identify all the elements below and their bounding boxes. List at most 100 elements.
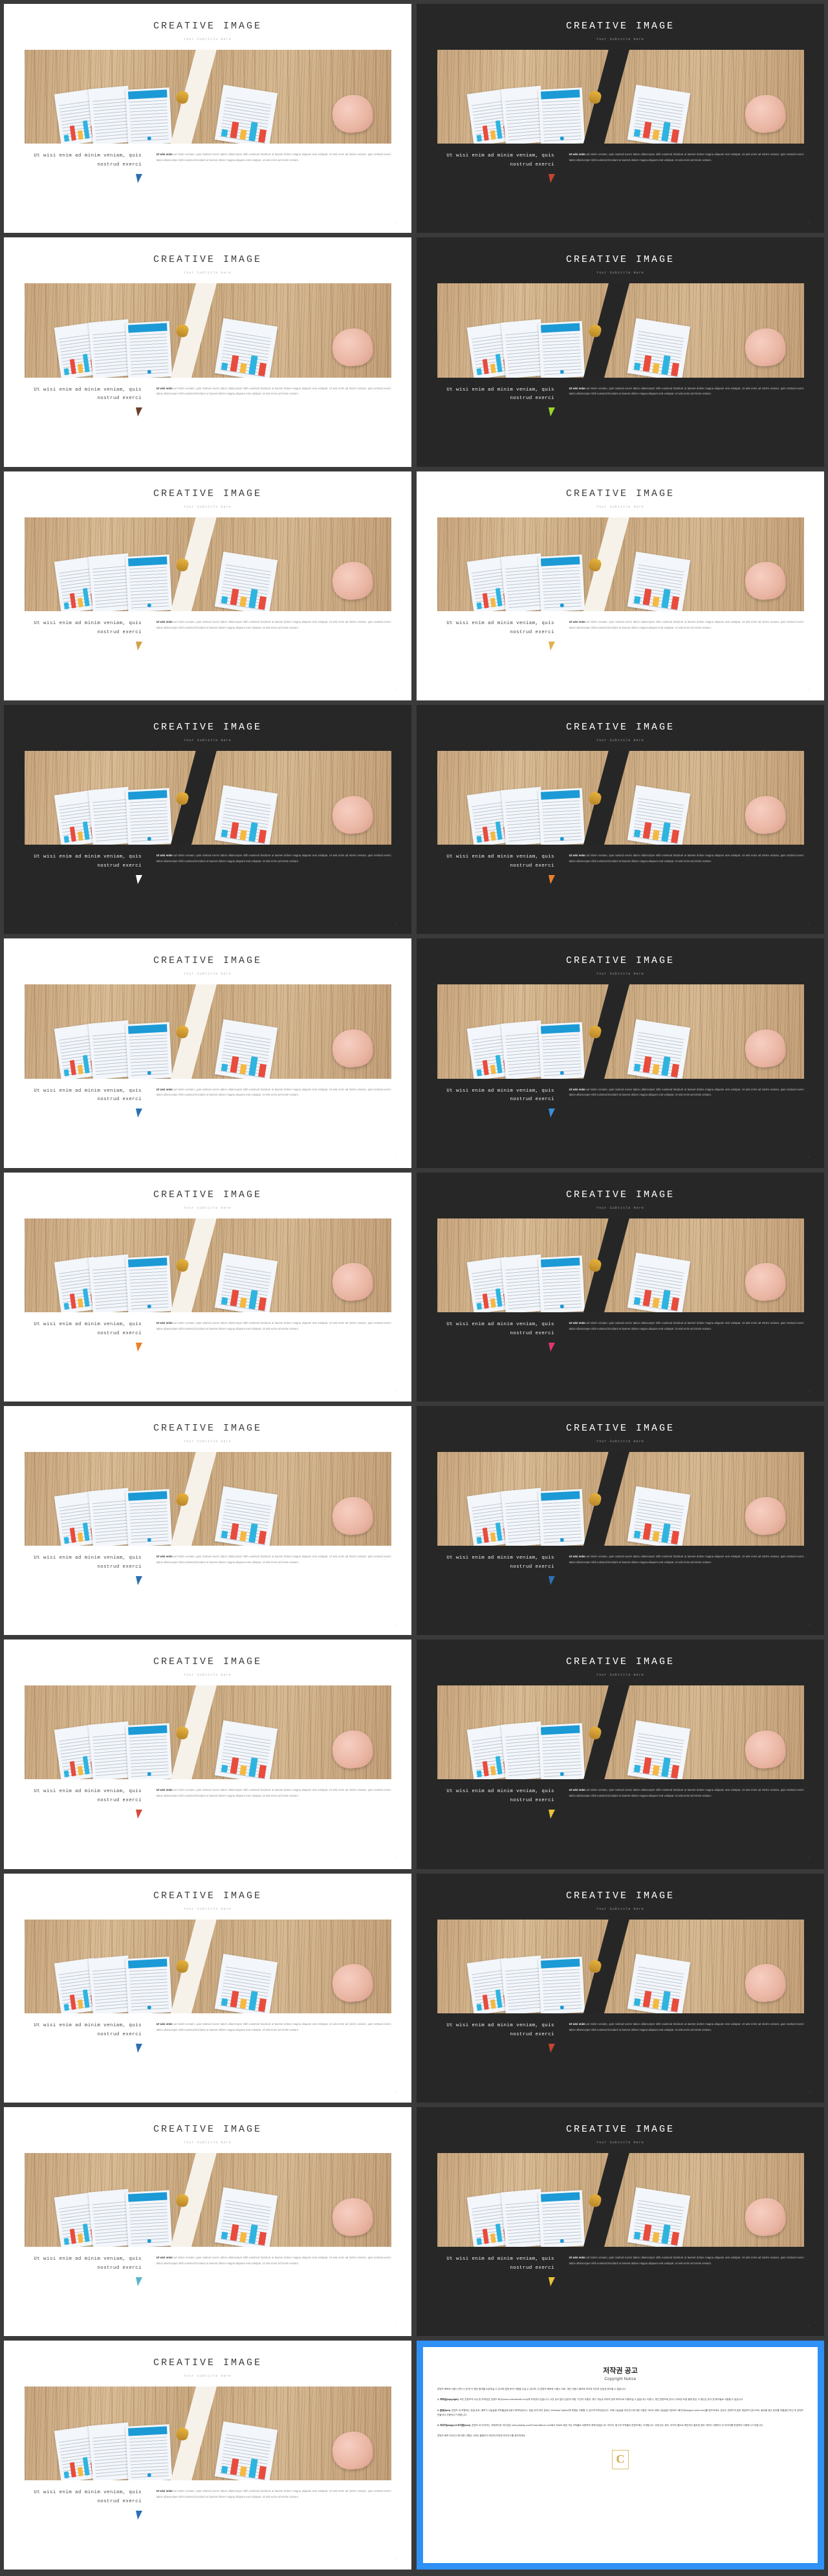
slide-paragraph: Ut wisi enim ad minim veniam, quis nostr… <box>569 386 804 404</box>
document-text-lines <box>92 1500 130 1544</box>
slide-21[interactable]: CREATIVE IMAGE Your Subtitle Here Ut wisi … <box>4 2341 411 2570</box>
photo-document <box>214 1953 278 2013</box>
slide-paragraph: Ut wisi enim ad minim veniam, quis nostr… <box>157 1788 391 1806</box>
slide-16[interactable]: CREATIVE IMAGE Your Subtitle Here Ut wisi … <box>417 1640 824 1869</box>
slide-14[interactable]: CREATIVE IMAGE Your Subtitle Here Ut wisi … <box>417 1405 824 1636</box>
paragraph-text: ad minim veniam, quis nostrud exerci tat… <box>569 854 804 863</box>
slide-6[interactable]: CREATIVE IMAGE Your Subtitle Here Ut wisi … <box>417 471 824 700</box>
slide-photo <box>437 283 804 378</box>
slide-lead-label: Ut wisi enim ad minim veniam, quis nostr… <box>34 2490 142 2505</box>
slide-3[interactable]: CREATIVE IMAGE Your Subtitle Here Ut wisi … <box>4 237 411 467</box>
slide-title: CREATIVE IMAGE <box>153 2123 263 2135</box>
document-text-lines <box>505 1500 543 1544</box>
slide-paragraph: Ut wisi enim ad minim veniam, quis nostr… <box>569 1321 804 1339</box>
copyright-item-1-label: 1. 저작권(copyright) <box>437 2398 459 2401</box>
slide-4[interactable]: CREATIVE IMAGE Your Subtitle Here Ut wisi … <box>417 237 824 467</box>
slide-10[interactable]: CREATIVE IMAGE Your Subtitle Here Ut wisi … <box>417 938 824 1168</box>
document-header-block <box>541 2192 580 2202</box>
photo-document <box>214 84 278 144</box>
slide-15[interactable]: CREATIVE IMAGE Your Subtitle Here Ut wisi … <box>4 1640 411 1869</box>
copyright-watermark-icon: C <box>612 2449 629 2469</box>
document-text-lines <box>129 2436 169 2478</box>
slide-5[interactable]: CREATIVE IMAGE Your Subtitle Here Ut wisi … <box>4 471 411 700</box>
paragraph-text: ad minim veniam, quis nostrud exerci tat… <box>156 1087 391 1097</box>
slide-body: Ut wisi enim ad minim veniam, quis nostr… <box>25 620 391 651</box>
photo-document <box>538 1956 585 2013</box>
slide-lead-label: Ut wisi enim ad minim veniam, quis nostr… <box>34 2022 142 2037</box>
slide-page-number: 1 <box>808 221 810 224</box>
slide-12[interactable]: CREATIVE IMAGE Your Subtitle Here Ut wisi … <box>417 1172 824 1402</box>
paragraph-bold-lead: Ut wisi enim <box>569 1788 585 1792</box>
slide-body: Ut wisi enim ad minim veniam, quis nostr… <box>25 152 391 184</box>
document-text-lines <box>92 1033 130 1077</box>
slide-subtitle: Your Subtitle Here <box>184 504 232 509</box>
document-text-lines <box>505 98 543 142</box>
paragraph-bold-lead: Ut wisi enim <box>156 2256 173 2260</box>
slide-body: Ut wisi enim ad minim veniam, quis nostr… <box>437 1321 804 1352</box>
accent-triangle-icon <box>134 1109 142 1118</box>
slide-photo <box>437 50 804 144</box>
slide-lead-text: Ut wisi enim ad minim veniam, quis nostr… <box>437 1554 555 1585</box>
slide-19[interactable]: CREATIVE IMAGE Your Subtitle Here Ut wisi … <box>4 2106 411 2337</box>
copyright-item-2: 2. 폰트(font): 콘텐츠 내 포함되는 한글 폰트, 배포가 나눔글꼴 … <box>437 2408 803 2418</box>
paragraph-bold-lead: Ut wisi enim <box>569 2022 585 2026</box>
slide-body: Ut wisi enim ad minim veniam, quis nostr… <box>25 2022 391 2053</box>
slide-page-number: 1 <box>808 1155 810 1159</box>
slide-photo <box>437 2152 804 2247</box>
slide-lead-label: Ut wisi enim ad minim veniam, quis nostr… <box>34 2257 142 2271</box>
document-text-lines <box>542 99 582 142</box>
accent-triangle-icon <box>547 1810 555 1819</box>
slide-lead-label: Ut wisi enim ad minim veniam, quis nostr… <box>34 620 142 635</box>
paragraph-bold-lead: Ut wisi enim <box>156 1788 173 1792</box>
slide-lead-text: Ut wisi enim ad minim veniam, quis nostr… <box>437 620 555 651</box>
copyright-slide[interactable]: 저작권 공고 Copyright Notice 콘텐츠 배포와 사용시 반드시 한 … <box>417 2341 824 2570</box>
document-text-lines <box>505 799 543 843</box>
slide-18[interactable]: CREATIVE IMAGE Your Subtitle Here Ut wisi … <box>417 1873 824 2103</box>
slide-lead-text: Ut wisi enim ad minim veniam, quis nostr… <box>437 853 555 884</box>
document-text-lines <box>129 2202 169 2245</box>
slide-page-number: 1 <box>808 1623 810 1627</box>
slide-body: Ut wisi enim ad minim veniam, quis nostr… <box>437 386 804 417</box>
slide-lead-text: Ut wisi enim ad minim veniam, quis nostr… <box>25 1554 142 1585</box>
slide-title: CREATIVE IMAGE <box>153 721 263 733</box>
copyright-item-3: 3. 이미지(image) & 아이콘(icon): 콘텐츠 내 이미지는, 파… <box>437 2423 803 2428</box>
paragraph-text: ad minim veniam, quis nostrud exerci tat… <box>569 1321 804 1330</box>
slide-paragraph: Ut wisi enim ad minim veniam, quis nostr… <box>157 1087 391 1105</box>
slide-photo <box>24 50 391 144</box>
slide-lead-text: Ut wisi enim ad minim veniam, quis nostr… <box>25 1087 142 1118</box>
slide-17[interactable]: CREATIVE IMAGE Your Subtitle Here Ut wisi … <box>4 1873 411 2103</box>
slide-20[interactable]: CREATIVE IMAGE Your Subtitle Here Ut wisi … <box>417 2106 824 2337</box>
slide-lead-label: Ut wisi enim ad minim veniam, quis nostr… <box>34 854 142 869</box>
paragraph-text: ad minim veniam, quis nostrud exerci tat… <box>569 1087 804 1097</box>
slide-1[interactable]: CREATIVE IMAGE Your Subtitle Here Ut wisi … <box>4 4 411 233</box>
slide-11[interactable]: CREATIVE IMAGE Your Subtitle Here Ut wisi … <box>4 1172 411 1402</box>
slide-title: CREATIVE IMAGE <box>565 721 675 733</box>
slide-body: Ut wisi enim ad minim veniam, quis nostr… <box>437 620 804 651</box>
slide-lead-label: Ut wisi enim ad minim veniam, quis nostr… <box>34 1088 142 1103</box>
document-header-block <box>128 2426 168 2436</box>
slide-lead-label: Ut wisi enim ad minim veniam, quis nostr… <box>34 1321 142 1336</box>
slide-13[interactable]: CREATIVE IMAGE Your Subtitle Here Ut wisi … <box>4 1405 411 1636</box>
slide-photo <box>437 750 804 845</box>
document-text-lines <box>92 2435 130 2479</box>
slide-8[interactable]: CREATIVE IMAGE Your Subtitle Here Ut wisi … <box>417 704 824 935</box>
slide-2[interactable]: CREATIVE IMAGE Your Subtitle Here Ut wisi … <box>417 4 824 233</box>
slide-lead-text: Ut wisi enim ad minim veniam, quis nostr… <box>437 2255 555 2286</box>
slide-subtitle: Your Subtitle Here <box>596 1439 644 1444</box>
slide-photo <box>24 1919 391 2013</box>
copyright-item-1: 1. 저작권(copyright): 모든 콘텐츠의 소유 및 저작권은 콘텐츠… <box>437 2397 803 2402</box>
slide-lead-text: Ut wisi enim ad minim veniam, quis nostr… <box>437 1087 555 1118</box>
slide-photo <box>24 2387 391 2481</box>
accent-triangle-icon <box>547 2277 555 2286</box>
paragraph-text: ad minim veniam, quis nostrud exerci tat… <box>156 854 391 863</box>
slide-lead-text: Ut wisi enim ad minim veniam, quis nostr… <box>437 1788 555 1819</box>
accent-triangle-icon <box>134 1342 142 1352</box>
paragraph-bold-lead: Ut wisi enim <box>156 1321 173 1325</box>
slide-title: CREATIVE IMAGE <box>153 955 263 967</box>
document-text-lines <box>129 800 169 843</box>
document-header-block <box>128 790 168 800</box>
slide-title: CREATIVE IMAGE <box>565 254 675 266</box>
slide-7[interactable]: CREATIVE IMAGE Your Subtitle Here Ut wisi … <box>4 704 411 935</box>
slide-9[interactable]: CREATIVE IMAGE Your Subtitle Here Ut wisi … <box>4 938 411 1168</box>
slide-photo <box>437 1919 804 2013</box>
